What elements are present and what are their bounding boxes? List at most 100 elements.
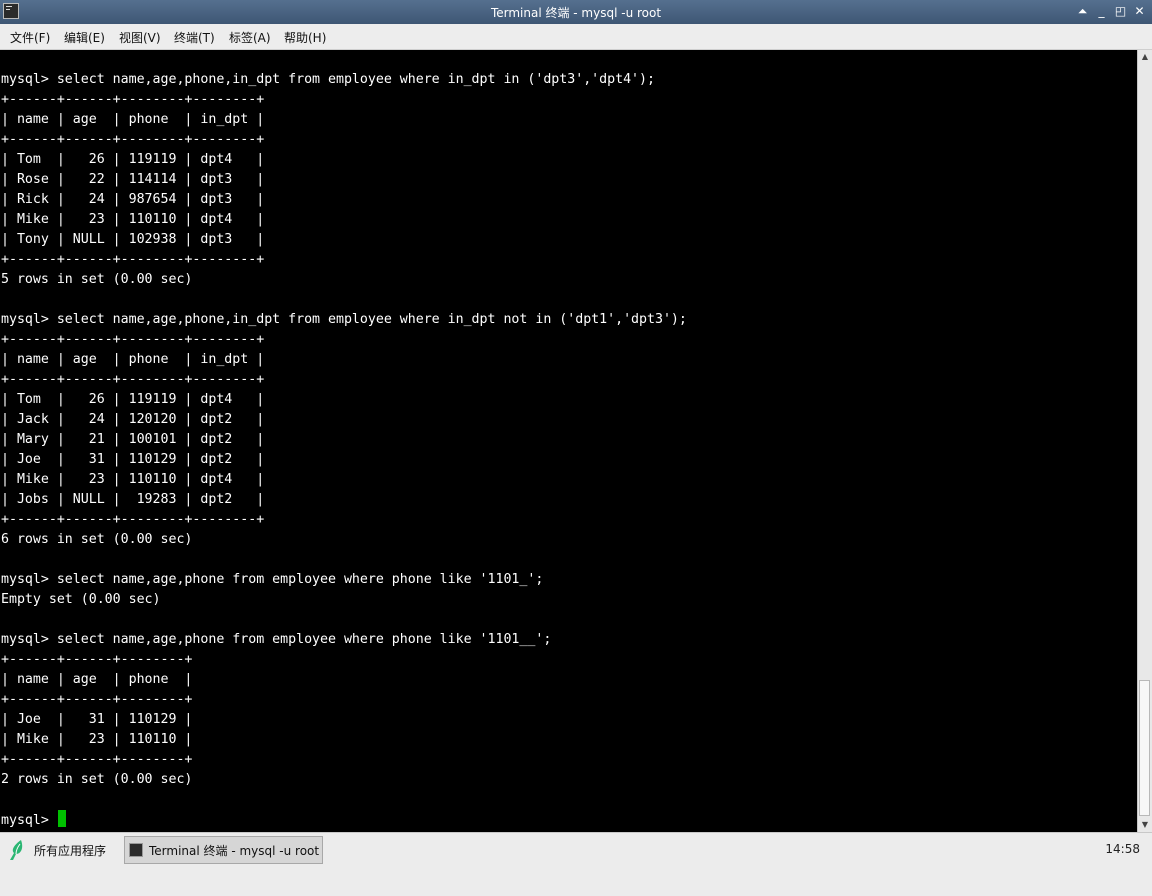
menu-help[interactable]: 帮助(H) <box>284 29 326 46</box>
terminal-line: | Tom | 26 | 119119 | dpt4 | <box>1 390 687 410</box>
terminal-line-text: | name | age | phone | in_dpt | <box>1 352 265 367</box>
terminal-line-text: 6 rows in set (0.00 sec) <box>1 532 193 547</box>
terminal-line-text: mysql> select name,age,phone from employ… <box>1 572 544 587</box>
terminal-line: | Jobs | NULL | 19283 | dpt2 | <box>1 490 687 510</box>
terminal-line: | name | age | phone | in_dpt | <box>1 110 687 130</box>
terminal-line-text: | Joe | 31 | 110129 | dpt2 | <box>1 452 265 467</box>
terminal-line-text: | Tom | 26 | 119119 | dpt4 | <box>1 152 265 167</box>
terminal-line-text: | Mary | 21 | 100101 | dpt2 | <box>1 432 265 447</box>
terminal-line: | Tom | 26 | 119119 | dpt4 | <box>1 150 687 170</box>
terminal-line: 6 rows in set (0.00 sec) <box>1 530 687 550</box>
terminal-line: mysql> select name,age,phone,in_dpt from… <box>1 70 687 90</box>
terminal-line: +------+------+--------+--------+ <box>1 510 687 530</box>
terminal-line-text: mysql> select name,age,phone from employ… <box>1 632 552 647</box>
terminal-line: +------+------+--------+--------+ <box>1 370 687 390</box>
terminal-line: | Mike | 23 | 110110 | dpt4 | <box>1 470 687 490</box>
terminal-line-text: | Rick | 24 | 987654 | dpt3 | <box>1 192 265 207</box>
terminal-line-text: +------+------+--------+--------+ <box>1 332 265 347</box>
close-button[interactable]: ✕ <box>1131 2 1148 20</box>
terminal-line-text: +------+------+--------+ <box>1 652 193 667</box>
menu-tabs[interactable]: 标签(A) <box>229 29 271 46</box>
terminal-line: | Mike | 23 | 110110 | <box>1 730 687 750</box>
terminal-line: 5 rows in set (0.00 sec) <box>1 270 687 290</box>
terminal-line: +------+------+--------+--------+ <box>1 330 687 350</box>
terminal-line: +------+------+--------+ <box>1 650 687 670</box>
terminal-line-text: +------+------+--------+ <box>1 692 193 707</box>
menu-terminal[interactable]: 终端(T) <box>174 29 215 46</box>
terminal-line-text: | Mike | 23 | 110110 | dpt4 | <box>1 212 265 227</box>
menu-file[interactable]: 文件(F) <box>10 29 50 46</box>
terminal-line-text: 5 rows in set (0.00 sec) <box>1 272 193 287</box>
terminal-line-text: +------+------+--------+--------+ <box>1 512 265 527</box>
terminal-line: | name | age | phone | <box>1 670 687 690</box>
applications-menu-label: 所有应用程序 <box>34 843 107 858</box>
terminal-line-text: mysql> <box>1 813 57 828</box>
taskbar: 所有应用程序 Terminal 终端 - mysql -u root 14:58 <box>0 832 1152 896</box>
terminal-lines: mysql> select name,age,phone,in_dpt from… <box>1 70 687 830</box>
menu-edit[interactable]: 编辑(E) <box>64 29 105 46</box>
terminal-line: mysql> select name,age,phone from employ… <box>1 630 687 650</box>
minimize-button[interactable]: _ <box>1093 2 1110 20</box>
terminal-line: | Rick | 24 | 987654 | dpt3 | <box>1 190 687 210</box>
terminal-line: | Joe | 31 | 110129 | dpt2 | <box>1 450 687 470</box>
terminal-cursor <box>57 810 66 827</box>
terminal-line-text: | Mike | 23 | 110110 | <box>1 732 193 747</box>
terminal-line-text: | Tom | 26 | 119119 | dpt4 | <box>1 392 265 407</box>
terminal-line: +------+------+--------+ <box>1 750 687 770</box>
menu-bar: 文件(F) 编辑(E) 视图(V) 终端(T) 标签(A) 帮助(H) <box>0 24 1152 50</box>
terminal-line-text: | name | age | phone | in_dpt | <box>1 112 265 127</box>
terminal-line: | Rose | 22 | 114114 | dpt3 | <box>1 170 687 190</box>
terminal-line-text: | Rose | 22 | 114114 | dpt3 | <box>1 172 265 187</box>
vertical-scrollbar[interactable]: ▲ ▼ <box>1137 50 1152 832</box>
terminal-line: +------+------+--------+ <box>1 690 687 710</box>
leaf-logo-icon <box>10 840 23 860</box>
terminal-line: | name | age | phone | in_dpt | <box>1 350 687 370</box>
shade-button[interactable]: ⏶ <box>1074 2 1091 20</box>
terminal-line: 2 rows in set (0.00 sec) <box>1 770 687 790</box>
window-controls: ⏶ _ ◰ ✕ <box>1074 2 1148 20</box>
terminal-line: +------+------+--------+--------+ <box>1 90 687 110</box>
terminal-line: | Tony | NULL | 102938 | dpt3 | <box>1 230 687 250</box>
terminal-line-text: +------+------+--------+ <box>1 752 193 767</box>
terminal-icon <box>129 843 143 857</box>
applications-menu-button[interactable]: 所有应用程序 <box>8 839 106 861</box>
scroll-down-arrow-icon[interactable]: ▼ <box>1138 818 1152 832</box>
terminal-line-text: | Jack | 24 | 120120 | dpt2 | <box>1 412 265 427</box>
window-titlebar[interactable]: Terminal 终端 - mysql -u root ⏶ _ ◰ ✕ <box>0 0 1152 24</box>
terminal-line: mysql> select name,age,phone from employ… <box>1 570 687 590</box>
scroll-up-arrow-icon[interactable]: ▲ <box>1138 50 1152 64</box>
terminal-line: mysql> <box>1 810 687 830</box>
scrollbar-thumb[interactable] <box>1139 680 1150 816</box>
terminal-line: | Joe | 31 | 110129 | <box>1 710 687 730</box>
terminal-line: | Jack | 24 | 120120 | dpt2 | <box>1 410 687 430</box>
terminal-line-text: | name | age | phone | <box>1 672 193 687</box>
terminal-line-text: +------+------+--------+--------+ <box>1 252 265 267</box>
terminal-line-text: mysql> select name,age,phone,in_dpt from… <box>1 72 655 87</box>
terminal-line-text: mysql> select name,age,phone,in_dpt from… <box>1 312 687 327</box>
terminal-line-text: +------+------+--------+--------+ <box>1 132 265 147</box>
clock: 14:58 <box>1105 842 1140 856</box>
terminal-line-text: | Jobs | NULL | 19283 | dpt2 | <box>1 492 265 507</box>
terminal-line: | Mary | 21 | 100101 | dpt2 | <box>1 430 687 450</box>
terminal-line-text: Empty set (0.00 sec) <box>1 592 161 607</box>
terminal-line-text: +------+------+--------+--------+ <box>1 92 265 107</box>
terminal-line: | Mike | 23 | 110110 | dpt4 | <box>1 210 687 230</box>
taskbar-window-label: Terminal 终端 - mysql -u root <box>149 843 320 858</box>
terminal-line-text: | Mike | 23 | 110110 | dpt4 | <box>1 472 265 487</box>
maximize-button[interactable]: ◰ <box>1112 2 1129 20</box>
taskbar-window-button[interactable]: Terminal 终端 - mysql -u root <box>124 836 323 864</box>
terminal-output[interactable]: mysql> select name,age,phone,in_dpt from… <box>0 50 1137 832</box>
window-title: Terminal 终端 - mysql -u root <box>490 6 662 20</box>
terminal-line-text: | Joe | 31 | 110129 | <box>1 712 193 727</box>
terminal-line: Empty set (0.00 sec) <box>1 590 687 610</box>
terminal-line-text: | Tony | NULL | 102938 | dpt3 | <box>1 232 265 247</box>
terminal-line-text: +------+------+--------+--------+ <box>1 372 265 387</box>
terminal-line: mysql> select name,age,phone,in_dpt from… <box>1 310 687 330</box>
menu-view[interactable]: 视图(V) <box>119 29 161 46</box>
terminal-line-text: 2 rows in set (0.00 sec) <box>1 772 193 787</box>
terminal-line: +------+------+--------+--------+ <box>1 130 687 150</box>
